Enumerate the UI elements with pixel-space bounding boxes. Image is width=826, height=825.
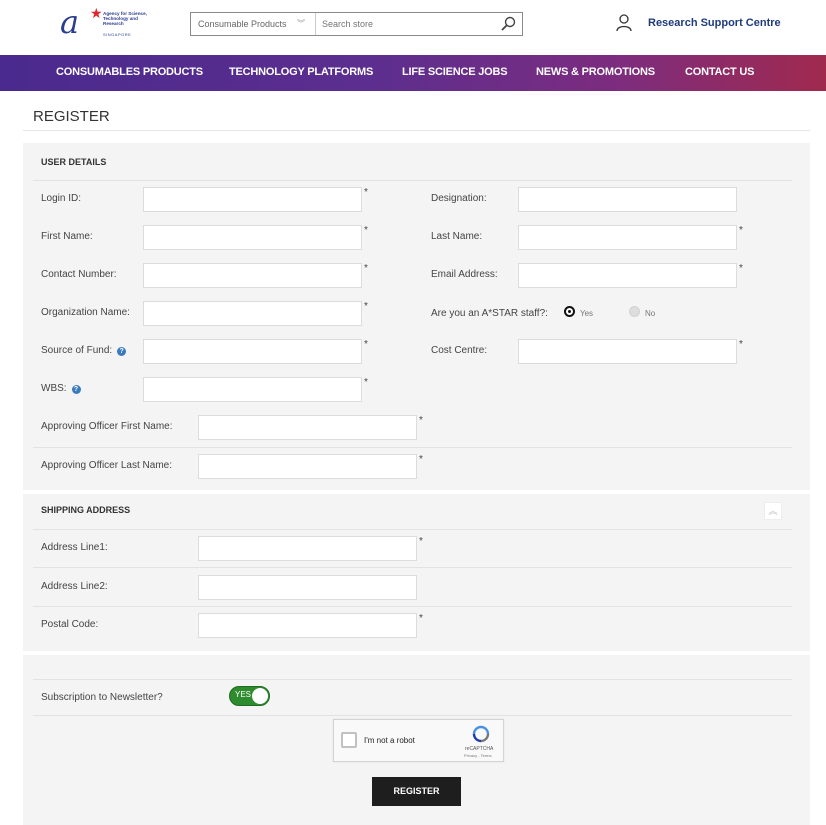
required-mark: *: [364, 377, 368, 388]
title-divider: [23, 130, 810, 131]
organization-label: Organization Name:: [41, 307, 130, 318]
source-of-fund-input[interactable]: [143, 339, 362, 364]
logo-agency-text: Agency for Science, Technology and Resea…: [103, 11, 147, 26]
postal-code-label: Postal Code:: [41, 619, 99, 630]
search-category-value: Consumable Products: [198, 19, 287, 29]
wbs-label: WBS:?: [41, 383, 81, 394]
address-line2-label: Address Line2:: [41, 581, 108, 592]
organization-input[interactable]: [143, 301, 362, 326]
wbs-label-text: WBS:: [41, 383, 67, 394]
designation-input[interactable]: [518, 187, 737, 212]
cost-centre-input[interactable]: [518, 339, 737, 364]
user-details-heading: USER DETAILS: [41, 157, 107, 167]
source-of-fund-label: Source of Fund:?: [41, 345, 127, 356]
recaptcha-brand: reCAPTCHA: [465, 746, 494, 752]
required-mark: *: [419, 454, 423, 465]
nav-technology-platforms[interactable]: TECHNOLOGY PLATFORMS: [229, 66, 373, 78]
nav-life-science-jobs[interactable]: LIFE SCIENCE JOBS: [402, 66, 508, 78]
required-mark: *: [364, 339, 368, 350]
recaptcha-widget: I'm not a robot reCAPTCHA Privacy - Term…: [333, 719, 504, 762]
contact-number-input[interactable]: [143, 263, 362, 288]
double-chevron-down-icon: ︾: [297, 19, 305, 28]
postal-code-input[interactable]: [198, 613, 417, 638]
section-divider: [33, 529, 792, 530]
first-name-input[interactable]: [143, 225, 362, 250]
cost-centre-label: Cost Centre:: [431, 345, 488, 356]
wbs-input[interactable]: [143, 377, 362, 402]
toggle-knob: [252, 688, 268, 704]
recaptcha-label: I'm not a robot: [364, 736, 415, 745]
last-name-label: Last Name:: [431, 231, 483, 242]
main-nav: CONSUMABLES PRODUCTS TECHNOLOGY PLATFORM…: [0, 55, 826, 91]
last-name-input[interactable]: [518, 225, 737, 250]
source-of-fund-label-text: Source of Fund:: [41, 345, 113, 356]
nav-news-promotions[interactable]: NEWS & PROMOTIONS: [536, 66, 655, 78]
logo-mark: a: [60, 3, 80, 41]
contact-number-label: Contact Number:: [41, 269, 117, 280]
login-id-input[interactable]: [143, 187, 362, 212]
research-support-centre-link[interactable]: Research Support Centre: [648, 17, 781, 29]
login-id-label: Login ID:: [41, 193, 82, 204]
row-divider: [33, 447, 792, 448]
row-divider: [33, 567, 792, 568]
required-mark: *: [364, 187, 368, 198]
toggle-state-text: YES: [235, 690, 252, 699]
required-mark: *: [739, 225, 743, 236]
help-icon[interactable]: ?: [117, 347, 127, 356]
required-mark: *: [419, 415, 423, 426]
nav-contact-us[interactable]: CONTACT US: [685, 66, 754, 78]
row-divider: [33, 606, 792, 607]
astar-no-label[interactable]: No: [645, 309, 655, 318]
recaptcha-logo-icon: [472, 725, 490, 743]
address-line2-input[interactable]: [198, 575, 417, 600]
astar-logo[interactable]: a ★ Agency for Science, Technology and R…: [60, 3, 160, 41]
user-icon[interactable]: [616, 14, 632, 32]
recaptcha-checkbox[interactable]: [341, 732, 357, 748]
search-input[interactable]: [318, 13, 493, 35]
newsletter-label: Subscription to Newsletter?: [41, 692, 163, 703]
required-mark: *: [739, 263, 743, 274]
help-icon[interactable]: ?: [71, 385, 81, 394]
logo-country-text: SINGAPORE: [103, 32, 132, 37]
nav-consumables-products[interactable]: CONSUMABLES PRODUCTS: [56, 66, 203, 78]
newsletter-toggle[interactable]: YES: [229, 686, 270, 706]
site-header: a ★ Agency for Science, Technology and R…: [0, 0, 826, 55]
section-divider: [33, 679, 792, 680]
astar-yes-radio[interactable]: [564, 306, 575, 317]
required-mark: *: [739, 339, 743, 350]
required-mark: *: [364, 301, 368, 312]
page-title: REGISTER: [33, 108, 110, 125]
search-icon[interactable]: [500, 16, 516, 32]
first-name-label: First Name:: [41, 231, 93, 242]
collapse-chevron-up-icon[interactable]: ︽: [764, 502, 782, 520]
logo-star-icon: ★: [90, 5, 103, 21]
shipping-address-heading: SHIPPING ADDRESS: [41, 505, 131, 515]
section-divider: [33, 715, 792, 716]
astar-no-radio[interactable]: [629, 306, 640, 317]
astar-staff-label: Are you an A*STAR staff?:: [431, 308, 548, 319]
recaptcha-terms-link[interactable]: Privacy - Terms: [464, 753, 491, 758]
required-mark: *: [419, 536, 423, 547]
designation-label: Designation:: [431, 193, 487, 204]
email-input[interactable]: [518, 263, 737, 288]
address-line1-input[interactable]: [198, 536, 417, 561]
approving-first-label: Approving Officer First Name:: [41, 421, 173, 432]
approving-last-input[interactable]: [198, 454, 417, 479]
astar-yes-label[interactable]: Yes: [580, 309, 593, 318]
required-mark: *: [419, 613, 423, 624]
approving-last-label: Approving Officer Last Name:: [41, 460, 172, 471]
register-button[interactable]: REGISTER: [372, 777, 461, 806]
search-bar: Consumable Products ︾: [190, 12, 523, 36]
required-mark: *: [364, 263, 368, 274]
approving-first-input[interactable]: [198, 415, 417, 440]
email-label: Email Address:: [431, 269, 498, 280]
address-line1-label: Address Line1:: [41, 542, 108, 553]
section-divider: [33, 180, 792, 181]
search-category-select[interactable]: Consumable Products ︾: [191, 13, 316, 35]
required-mark: *: [364, 225, 368, 236]
